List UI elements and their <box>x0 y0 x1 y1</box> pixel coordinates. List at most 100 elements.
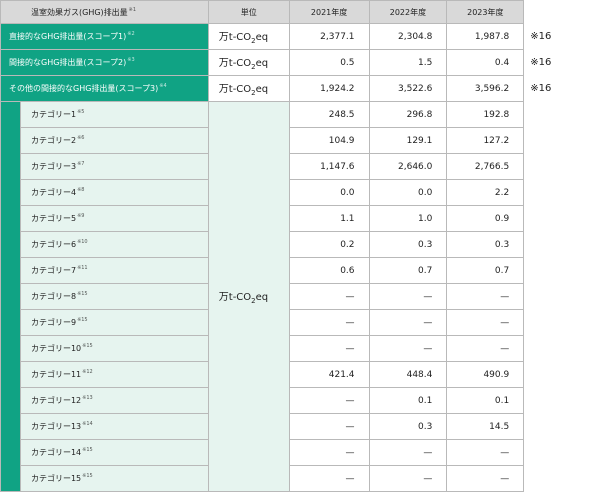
value-cell: — <box>368 465 448 492</box>
value-cell: 3,522.6 <box>368 75 448 102</box>
category-label: カテゴリー14※15 <box>19 439 209 466</box>
value-cell: — <box>288 413 370 440</box>
value-cell: 448.4 <box>368 361 448 388</box>
category-label: カテゴリー9※15 <box>19 309 209 336</box>
value-cell: — <box>368 335 448 362</box>
value-cell: 0.0 <box>288 179 370 206</box>
category-label: カテゴリー13※14 <box>19 413 209 440</box>
value-cell: 1,924.2 <box>288 75 370 102</box>
value-cell: — <box>368 283 448 310</box>
category-unit-cell: 万t-CO2eq <box>207 101 290 492</box>
value-cell: — <box>288 439 370 466</box>
value-cell: 0.4 <box>446 49 525 76</box>
scope-row-3: その他の間接的なGHG排出量(スコープ3)※4 万t-CO2eq 1,924.2… <box>0 75 600 102</box>
header-item-note: ※1 <box>128 6 137 13</box>
value-cell: — <box>368 309 448 336</box>
value-cell: 0.3 <box>368 413 448 440</box>
scope-row-2: 間接的なGHG排出量(スコープ2)※3 万t-CO2eq 0.5 1.5 0.4… <box>0 49 600 76</box>
scope-label: 間接的なGHG排出量(スコープ2)※3 <box>0 49 209 76</box>
value-cell: 0.1 <box>446 387 525 414</box>
value-cell: — <box>288 335 370 362</box>
header-year-2023: 2023年度 <box>446 0 525 24</box>
scope-row-1: 直接的なGHG排出量(スコープ1)※2 万t-CO2eq 2,377.1 2,3… <box>0 23 600 50</box>
value-cell: 2.2 <box>446 179 525 206</box>
scope-label: その他の間接的なGHG排出量(スコープ3)※4 <box>0 75 209 102</box>
category-row-3: カテゴリー3※7 1,147.6 2,646.0 2,766.5 <box>1 153 600 180</box>
remark-note: ※16 <box>523 49 600 76</box>
value-cell: 2,646.0 <box>368 153 448 180</box>
value-cell: 1,987.8 <box>446 23 525 50</box>
value-cell: 0.2 <box>288 231 370 258</box>
scope-label: 直接的なGHG排出量(スコープ1)※2 <box>0 23 209 50</box>
value-cell: 129.1 <box>368 127 448 154</box>
remark-note: ※16 <box>523 75 600 102</box>
category-label: カテゴリー7※11 <box>19 257 209 284</box>
category-row-10: カテゴリー10※15 — — — <box>1 335 600 362</box>
value-cell: 248.5 <box>288 101 370 128</box>
value-cell: 0.0 <box>368 179 448 206</box>
value-cell: 1.1 <box>288 205 370 232</box>
value-cell: — <box>368 439 448 466</box>
value-cell: 490.9 <box>446 361 525 388</box>
value-cell: — <box>288 283 370 310</box>
category-row-12: カテゴリー12※13 — 0.1 0.1 <box>1 387 600 414</box>
category-label: カテゴリー15※15 <box>19 465 209 492</box>
value-cell: 104.9 <box>288 127 370 154</box>
value-cell: 0.7 <box>368 257 448 284</box>
category-label: カテゴリー12※13 <box>19 387 209 414</box>
value-cell: 2,304.8 <box>368 23 448 50</box>
value-cell: — <box>446 283 525 310</box>
value-cell: 296.8 <box>368 101 448 128</box>
category-label: カテゴリー3※7 <box>19 153 209 180</box>
value-cell: 0.9 <box>446 205 525 232</box>
value-cell: 2,377.1 <box>288 23 370 50</box>
value-cell: — <box>446 465 525 492</box>
unit-cell: 万t-CO2eq <box>207 23 290 50</box>
category-row-13: カテゴリー13※14 — 0.3 14.5 <box>1 413 600 440</box>
category-row-15: カテゴリー15※15 — — — <box>1 465 600 492</box>
value-cell: 1.5 <box>368 49 448 76</box>
value-cell: 421.4 <box>288 361 370 388</box>
category-label: カテゴリー4※8 <box>19 179 209 206</box>
value-cell: 0.7 <box>446 257 525 284</box>
category-label: カテゴリー1※5 <box>19 101 209 128</box>
category-row-7: カテゴリー7※11 0.6 0.7 0.7 <box>1 257 600 284</box>
category-label: カテゴリー11※12 <box>19 361 209 388</box>
category-row-6: カテゴリー6※10 0.2 0.3 0.3 <box>1 231 600 258</box>
value-cell: 0.3 <box>368 231 448 258</box>
value-cell: 2,766.5 <box>446 153 525 180</box>
ghg-emissions-table: 温室効果ガス(GHG)排出量※1 単位 2021年度 2022年度 2023年度… <box>0 0 600 492</box>
header-year-2022: 2022年度 <box>368 0 448 24</box>
category-row-5: カテゴリー5※9 1.1 1.0 0.9 <box>1 205 600 232</box>
header-item: 温室効果ガス(GHG)排出量※1 <box>0 0 209 24</box>
category-row-4: カテゴリー4※8 0.0 0.0 2.2 <box>1 179 600 206</box>
value-cell: — <box>288 465 370 492</box>
scope3-strip <box>0 101 21 492</box>
category-row-8: カテゴリー8※15 — — — <box>1 283 600 310</box>
header-year-2021: 2021年度 <box>288 0 370 24</box>
header-unit: 単位 <box>207 0 290 24</box>
category-label: カテゴリー8※15 <box>19 283 209 310</box>
category-row-1: カテゴリー1※5 万t-CO2eq 248.5 296.8 192.8 <box>0 101 600 492</box>
category-label: カテゴリー2※6 <box>19 127 209 154</box>
value-cell: — <box>446 309 525 336</box>
value-cell: 3,596.2 <box>446 75 525 102</box>
value-cell: — <box>446 439 525 466</box>
value-cell: 1,147.6 <box>288 153 370 180</box>
category-label: カテゴリー6※10 <box>19 231 209 258</box>
header-row: 温室効果ガス(GHG)排出量※1 単位 2021年度 2022年度 2023年度 <box>0 0 600 24</box>
category-label: カテゴリー5※9 <box>19 205 209 232</box>
value-cell: 14.5 <box>446 413 525 440</box>
category-label: カテゴリー10※15 <box>19 335 209 362</box>
category-row-9: カテゴリー9※15 — — — <box>1 309 600 336</box>
value-cell: 1.0 <box>368 205 448 232</box>
category-row-2: カテゴリー2※6 104.9 129.1 127.2 <box>1 127 600 154</box>
value-cell: — <box>446 335 525 362</box>
value-cell: 0.3 <box>446 231 525 258</box>
value-cell: 0.6 <box>288 257 370 284</box>
category-row-14: カテゴリー14※15 — — — <box>1 439 600 466</box>
value-cell: 0.1 <box>368 387 448 414</box>
remark-note: ※16 <box>523 23 600 50</box>
value-cell: — <box>288 309 370 336</box>
value-cell: — <box>288 387 370 414</box>
